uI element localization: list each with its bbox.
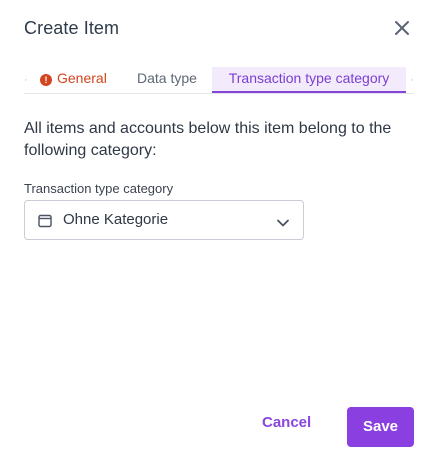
select-value: Ohne Kategorie (63, 211, 169, 228)
category-description: All items and accounts below this item b… (24, 120, 392, 159)
tab-data-type-label: Data type (137, 70, 197, 86)
transaction-type-category-select[interactable]: Ohne Kategorie (24, 200, 304, 240)
cancel-button[interactable]: Cancel (262, 414, 311, 431)
tab-transaction-type-category-label: Transaction type category (228, 70, 390, 86)
tab-general-label: General (57, 70, 107, 86)
chevron-down-icon (276, 215, 290, 233)
transaction-type-category-label: Transaction type category (24, 181, 174, 196)
dialog-title: Create Item (24, 18, 120, 38)
create-item-dialog: Create Item · ! General Data type Transac… (0, 0, 435, 461)
save-button[interactable]: Save (347, 407, 414, 447)
tab-scroll-left-indicator: · (24, 74, 28, 86)
error-icon: ! (40, 74, 52, 86)
close-icon (391, 17, 413, 39)
tab-transaction-type-category[interactable]: Transaction type category (212, 67, 406, 93)
tab-data-type[interactable]: Data type (137, 67, 197, 91)
tab-general[interactable]: ! General (40, 67, 107, 91)
tab-scroll-right-indicator: · (410, 74, 414, 86)
calendar-icon (38, 214, 52, 233)
tab-bar: · ! General Data type Transaction type ca… (24, 67, 414, 94)
close-button[interactable] (391, 17, 413, 39)
